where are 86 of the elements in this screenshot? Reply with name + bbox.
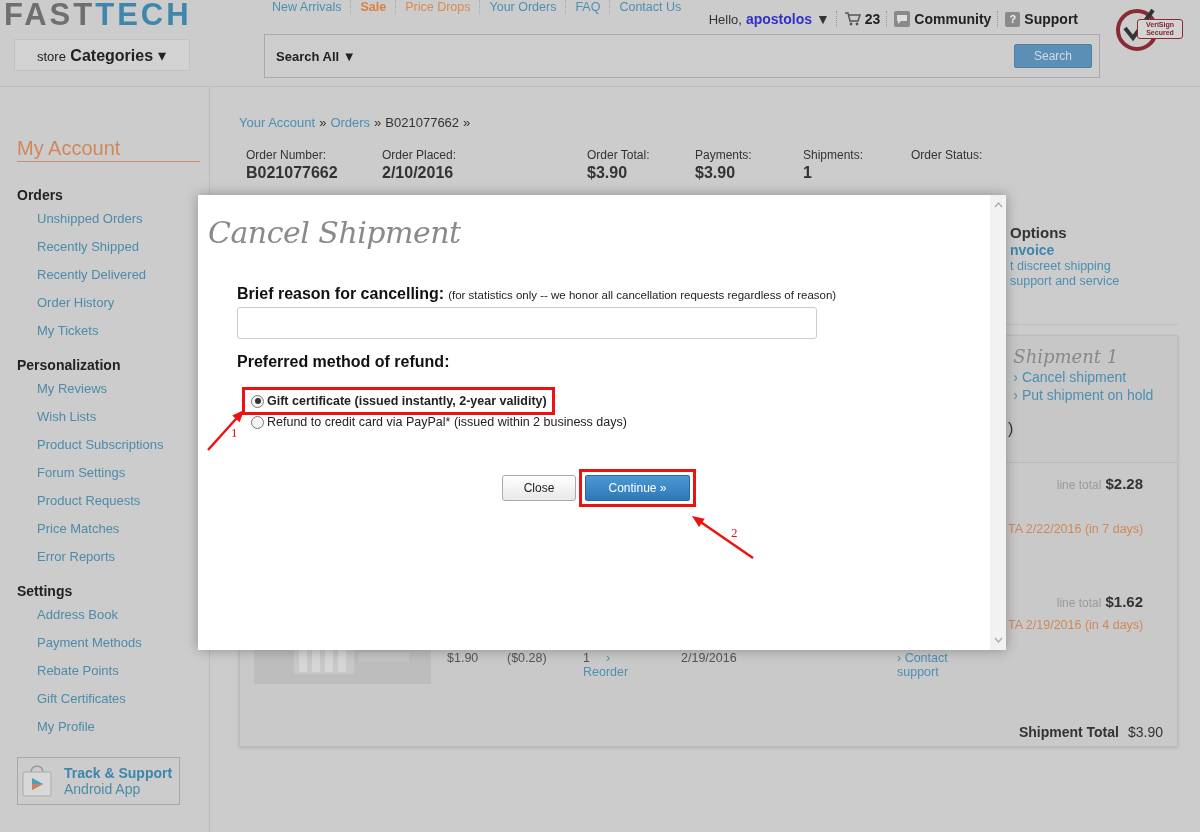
sidebar-link[interactable]: Price Matches — [37, 521, 120, 537]
summary-label: Payments: — [695, 148, 753, 162]
summary-label: Order Placed: — [382, 148, 458, 162]
annotation-number: 2 — [731, 525, 738, 540]
nav-link[interactable]: Contact Us — [609, 0, 691, 14]
reorder-link[interactable]: Reorder — [583, 665, 681, 679]
sidebar-link[interactable]: Forum Settings — [37, 465, 126, 481]
community-link[interactable]: Community — [914, 11, 992, 27]
sidebar-link[interactable]: Recently Delivered — [37, 267, 147, 283]
field-note: (for statistics only -- we honor all cancellation requests regardless of reason) — [448, 289, 837, 301]
sidebar-link[interactable]: My Reviews — [37, 381, 108, 397]
shipment-action-link[interactable]: › Cancel shipment — [1013, 369, 1154, 385]
summary-label: Order Status: — [911, 148, 984, 162]
eta-text: TA 2/22/2016 (in 7 days) — [1008, 522, 1145, 536]
radio-label[interactable]: Refund to credit card via PayPal* (issued within 2 business days) — [267, 415, 627, 429]
refund-heading: Preferred method of refund: — [237, 353, 451, 371]
option-link[interactable]: t discreet shipping — [1010, 259, 1111, 273]
support-link[interactable]: Support — [1024, 11, 1078, 27]
help-icon[interactable]: ? — [1005, 11, 1021, 27]
breadcrumb-link[interactable]: Your Account — [239, 115, 316, 130]
cart-count[interactable]: 23 — [864, 11, 881, 27]
sidebar-link[interactable]: Address Book — [37, 607, 118, 623]
line-total-value: $1.62 — [1105, 593, 1143, 610]
section-heading: Settings — [17, 583, 73, 599]
summary-value: B021077662 — [246, 164, 339, 182]
options-heading: Options — [1010, 224, 1067, 241]
price-text: $1.90 — [447, 651, 480, 667]
sidebar-link[interactable]: Product Requests — [37, 493, 141, 509]
breadcrumb-current: B021077662 — [385, 115, 460, 130]
quantity-text: 1 — [583, 651, 590, 665]
shipment-total-label: Shipment Total — [1018, 724, 1119, 740]
text-fragment: ) — [1008, 420, 1014, 439]
sidebar-link[interactable]: Recently Shipped — [37, 239, 139, 255]
dialog-title: Cancel Shipment — [208, 215, 462, 250]
sidebar-link[interactable]: Rebate Points — [37, 663, 119, 679]
sidebar-link[interactable]: Gift Certificates — [37, 691, 126, 707]
annotation-number: 1 — [231, 425, 238, 440]
sidebar-link[interactable]: Unshipped Orders — [37, 211, 143, 227]
greeting-text: Hello, — [708, 11, 742, 27]
search-button[interactable]: Search — [1014, 44, 1092, 68]
sidebar-link[interactable]: Order History — [37, 295, 115, 311]
summary-value: 2/10/2016 — [382, 164, 455, 182]
breadcrumb-separator: » — [463, 115, 471, 130]
line-total-value: $2.28 — [1105, 475, 1143, 492]
shipment-action-link[interactable]: › Put shipment on hold — [1013, 387, 1154, 403]
app-promo[interactable]: Track & Support Android App — [17, 757, 180, 805]
sidebar-link[interactable]: My Profile — [37, 719, 95, 735]
search-scope-dropdown[interactable]: Search All ▼ — [276, 48, 356, 64]
nav-link[interactable]: FAQ — [565, 0, 610, 14]
summary-value: $3.90 — [695, 164, 737, 182]
option-link[interactable]: support and service — [1010, 274, 1120, 288]
summary-label: Shipments: — [803, 148, 865, 162]
sidebar-link[interactable]: Payment Methods — [37, 635, 142, 651]
section-heading: Orders — [17, 187, 63, 203]
sidebar-title: My Account — [17, 137, 200, 162]
summary-value: 1 — [803, 164, 813, 182]
summary-value: $3.90 — [587, 164, 629, 182]
dialog-button[interactable]: Continue » — [585, 475, 690, 501]
sidebar-link[interactable]: My Tickets — [37, 323, 99, 339]
quantity-link[interactable]: › — [605, 651, 611, 665]
contact-support-link[interactable]: › Contact support — [897, 651, 957, 684]
categories-menu[interactable]: store Categories ▾ — [14, 39, 190, 71]
summary-label: Order Total: — [587, 148, 651, 162]
section-heading: Personalization — [17, 357, 121, 373]
nav-link[interactable]: New Arrivals — [272, 0, 351, 14]
sidebar-link[interactable]: Wish Lists — [37, 409, 97, 425]
radio-label[interactable]: Gift certificate (issued instantly, 2-year validity) — [267, 394, 547, 408]
nav-link[interactable]: Price Drops — [395, 0, 480, 14]
sidebar-link[interactable]: Product Subscriptions — [37, 437, 164, 453]
nav-link[interactable]: Sale — [350, 0, 396, 14]
sidebar-link[interactable]: Error Reports — [37, 549, 116, 565]
breadcrumb-separator: » — [319, 115, 327, 130]
field-label: Brief reason for cancelling: — [237, 285, 445, 303]
ship-date-text: 2/19/2016 — [681, 651, 738, 667]
shipment-total-value: $3.90 — [1127, 724, 1163, 740]
discount-text: ($0.28) — [507, 651, 548, 667]
nav-link[interactable]: Your Orders — [479, 0, 566, 14]
dialog-button[interactable]: Close — [502, 475, 576, 501]
breadcrumb-separator: » — [374, 115, 382, 130]
logo[interactable]: FASTTECH — [4, 0, 192, 30]
breadcrumb-link[interactable]: Orders — [330, 115, 371, 130]
invoice-link[interactable]: nvoice — [1010, 242, 1055, 258]
shipment-title: Shipment 1 — [1013, 346, 1120, 367]
eta-text: TA 2/19/2016 (in 4 days) — [1008, 618, 1145, 632]
summary-label: Order Number: — [246, 148, 328, 162]
account-menu[interactable]: apostolos ▼ — [745, 11, 830, 27]
